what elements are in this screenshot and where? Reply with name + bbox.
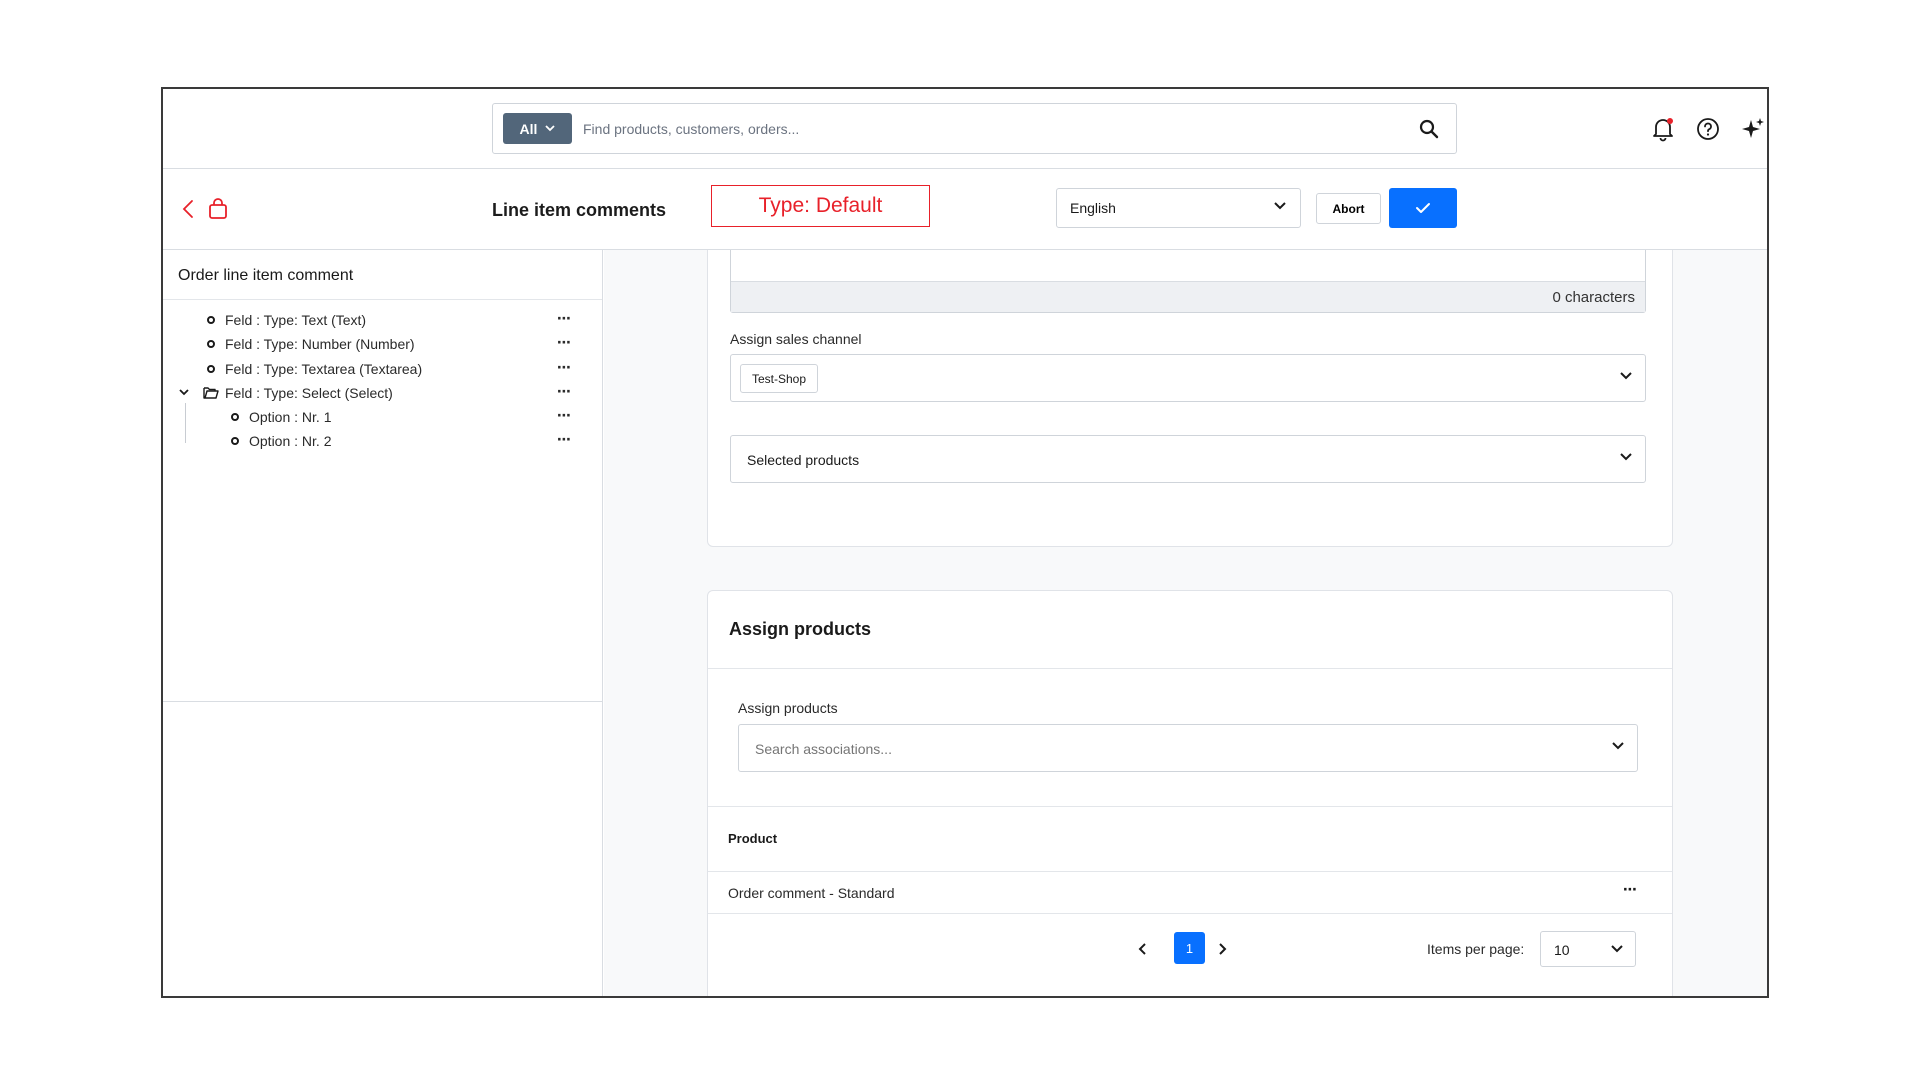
sidebar: Order line item comment Feld : Type: Tex… — [163, 250, 603, 996]
tree-item[interactable]: Feld : Type: Textarea (Textarea) ⋯ — [163, 357, 602, 381]
divider — [708, 806, 1672, 807]
selected-products-select[interactable]: Selected products — [730, 435, 1646, 483]
assign-products-card: Assign products Assign products Product … — [707, 590, 1673, 996]
type-badge: Type: Default — [711, 185, 930, 227]
table-row[interactable]: Order comment - Standard — [728, 885, 895, 901]
items-per-page-label: Items per page: — [1427, 941, 1525, 957]
items-per-page-value: 10 — [1554, 942, 1570, 958]
tree-item-label: Feld : Type: Text (Text) — [225, 312, 367, 328]
chevron-left-icon[interactable] — [1135, 941, 1151, 957]
chevron-down-icon — [1611, 945, 1623, 953]
search-scope-dropdown[interactable]: All — [503, 113, 572, 144]
tree-item-label: Option : Nr. 1 — [249, 409, 332, 426]
more-options-icon[interactable]: ⋯ — [557, 310, 571, 327]
character-count: 0 characters — [731, 281, 1645, 312]
chevron-down-icon — [1612, 742, 1624, 750]
sales-channel-label: Assign sales channel — [730, 331, 862, 347]
search-input[interactable] — [583, 114, 1383, 144]
folder-open-icon — [203, 387, 219, 399]
items-per-page-select[interactable]: 10 — [1540, 931, 1636, 967]
chevron-down-icon — [545, 125, 556, 132]
back-arrow-icon[interactable] — [179, 198, 199, 220]
tree-item-label: Feld : Type: Select (Select) — [225, 384, 393, 401]
more-options-icon[interactable]: ⋯ — [557, 359, 571, 376]
language-select[interactable]: English — [1056, 188, 1301, 228]
row-actions-icon[interactable]: ⋯ — [1623, 881, 1637, 898]
card-title: Assign products — [729, 619, 872, 639]
app-window: All Line item comments Type: Default En — [161, 87, 1769, 998]
top-bar: All — [163, 89, 1767, 169]
search-icon[interactable] — [1418, 118, 1440, 140]
sidebar-divider — [163, 701, 603, 702]
smart-bar: Line item comments Type: Default English… — [163, 169, 1767, 250]
bullet-icon — [231, 413, 239, 422]
more-options-icon[interactable]: ⋯ — [557, 431, 571, 448]
abort-button[interactable]: Abort — [1316, 193, 1381, 224]
general-card: 0 characters Assign sales channel Test-S… — [707, 250, 1673, 547]
save-button[interactable] — [1389, 188, 1457, 228]
bullet-icon — [231, 437, 239, 446]
shopping-bag-icon — [209, 198, 227, 219]
tree-guide-line — [185, 403, 186, 443]
chevron-down-icon — [1620, 453, 1632, 461]
chevron-right-icon[interactable] — [1214, 941, 1230, 957]
divider — [708, 668, 1672, 669]
column-header-product[interactable]: Product — [728, 831, 777, 846]
tree-item[interactable]: Option : Nr. 2 ⋯ — [163, 429, 602, 453]
global-search: All — [492, 103, 1457, 154]
description-textarea[interactable]: 0 characters — [730, 250, 1646, 313]
more-options-icon[interactable]: ⋯ — [557, 383, 571, 400]
sales-channel-tag[interactable]: Test-Shop — [740, 364, 819, 393]
divider — [708, 913, 1672, 914]
bullet-icon — [207, 364, 215, 373]
bullet-icon — [207, 316, 215, 324]
bell-icon[interactable] — [1650, 116, 1676, 142]
tree-item[interactable]: Option : Nr. 1 ⋯ — [163, 405, 602, 429]
tree-item-folder[interactable]: Feld : Type: Select (Select) ⋯ — [163, 381, 602, 405]
page-button-current[interactable]: 1 — [1174, 932, 1205, 964]
search-scope-label: All — [519, 120, 538, 137]
assign-products-label: Assign products — [738, 700, 838, 716]
divider — [708, 871, 1672, 872]
sparkle-icon[interactable] — [1740, 116, 1766, 142]
more-options-icon[interactable]: ⋯ — [557, 334, 571, 351]
chevron-down-icon[interactable] — [179, 389, 189, 396]
tree-item-label: Option : Nr. 2 — [249, 433, 332, 450]
sidebar-title: Order line item comment — [163, 250, 602, 300]
tree-item[interactable]: Feld : Type: Text (Text) ⋯ — [163, 308, 602, 332]
checkmark-icon — [1416, 203, 1430, 213]
notification-dot — [1667, 118, 1673, 124]
assign-products-search[interactable] — [738, 724, 1638, 772]
main-content: 0 characters Assign sales channel Test-S… — [604, 250, 1767, 996]
language-value: English — [1070, 200, 1116, 216]
help-icon[interactable] — [1695, 116, 1721, 142]
selected-products-label: Selected products — [747, 452, 860, 468]
tree-item[interactable]: Feld : Type: Number (Number) ⋯ — [163, 332, 602, 356]
association-search-input[interactable] — [755, 737, 1555, 761]
page-title: Line item comments — [492, 200, 667, 220]
sales-channel-select[interactable]: Test-Shop — [730, 354, 1646, 402]
bullet-icon — [207, 340, 215, 349]
tree-item-label: Feld : Type: Textarea (Textarea) — [225, 360, 423, 377]
chevron-down-icon — [1274, 202, 1286, 210]
more-options-icon[interactable]: ⋯ — [557, 407, 571, 424]
tree-item-label: Feld : Type: Number (Number) — [225, 336, 415, 353]
tree: Feld : Type: Text (Text) ⋯ Feld : Type: … — [163, 300, 602, 454]
chevron-down-icon — [1620, 372, 1632, 380]
